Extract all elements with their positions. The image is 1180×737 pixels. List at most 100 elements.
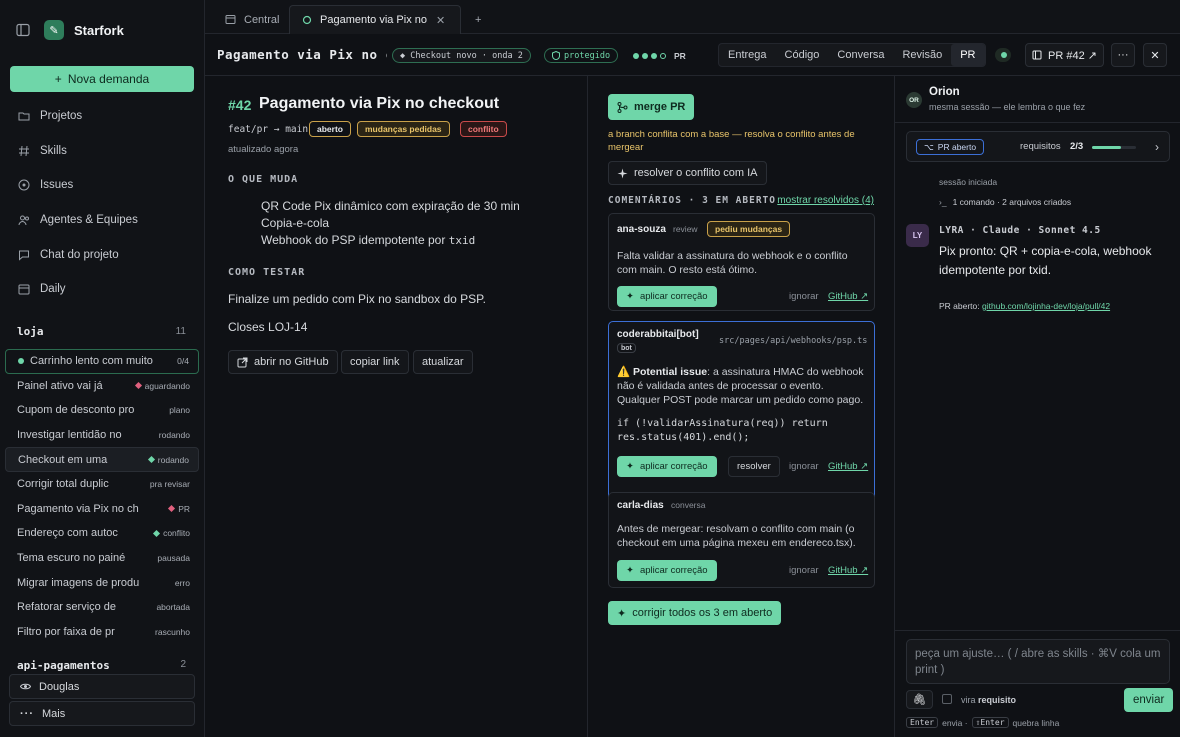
view-conversa[interactable]: Conversa xyxy=(828,44,893,66)
comments-header: COMENTÁRIOS · 3 EM ABERTO xyxy=(608,195,776,206)
task-item[interactable]: Tema escuro no painé pausada xyxy=(5,546,199,571)
show-resolved-link[interactable]: mostrar resolvidos (4) xyxy=(777,195,874,206)
task-status-text: plano xyxy=(169,405,190,416)
view-codigo[interactable]: Código xyxy=(776,44,829,66)
github-link[interactable]: GitHub ↗ xyxy=(828,461,868,472)
tab-central[interactable]: Central xyxy=(213,5,291,34)
command-summary-text: 1 comando · 2 arquivos criados xyxy=(952,197,1072,207)
prompt-input[interactable]: peça um ajuste… ( / abre as skills · ⌘V … xyxy=(906,639,1170,684)
pr-url-link[interactable]: github.com/lojinha-dev/loja/pull/42 xyxy=(982,301,1110,311)
github-link[interactable]: GitHub ↗ xyxy=(828,565,868,576)
agent-sub: mesma sessão — ele lembra o que fez xyxy=(929,102,1086,112)
refresh-button[interactable]: atualizar xyxy=(413,350,473,374)
shield-icon xyxy=(552,51,560,60)
sidebar-item-agentes[interactable]: Agentes & Equipes xyxy=(10,203,194,238)
copy-link-button[interactable]: copiar link xyxy=(341,350,409,374)
requirements-card[interactable]: ⌥ PR aberto requisitos 2/3 › xyxy=(906,131,1170,162)
view-entrega[interactable]: Entrega xyxy=(719,44,776,66)
enter-key: Enter xyxy=(906,717,939,728)
comment-card: carla-dias conversa Antes de mergear: re… xyxy=(608,492,875,588)
comment-role: conversa xyxy=(671,500,706,510)
resolve-button[interactable]: resolver xyxy=(728,456,780,477)
task-item[interactable]: Refatorar serviço de abortada xyxy=(5,595,199,620)
task-item[interactable]: Investigar lentidão no rodando xyxy=(5,423,199,448)
apply-fix-button[interactable]: ✦ aplicar correção xyxy=(617,286,717,307)
view-revisao[interactable]: Revisão xyxy=(893,44,951,66)
pr-link-button[interactable]: PR #42 ↗ xyxy=(1025,43,1104,67)
task-status: abortada xyxy=(156,602,190,612)
resolve-ai-button[interactable]: resolver o conflito com IA xyxy=(608,161,767,185)
pr-opened-line: PR aberto: github.com/lojinha-dev/loja/p… xyxy=(939,301,1110,311)
task-item[interactable]: Painel ativo vai já aguardando xyxy=(5,374,199,399)
open-github-button[interactable]: abrir no GitHub xyxy=(228,350,338,374)
view-pr[interactable]: PR xyxy=(951,44,985,66)
task-item[interactable]: Corrigir total duplic pra revisar xyxy=(5,472,199,497)
merge-icon: ⌥ xyxy=(924,141,934,152)
sidebar-item-projetos[interactable]: Projetos xyxy=(10,99,194,134)
shift-enter-key: ⇧Enter xyxy=(971,717,1009,728)
apply-fix-button[interactable]: ✦ aplicar correção xyxy=(617,560,717,581)
close-tab-icon[interactable]: ✕ xyxy=(436,14,445,27)
ignore-button[interactable]: ignorar xyxy=(789,461,819,472)
lyra-avatar: LY xyxy=(906,224,929,247)
send-button[interactable]: enviar xyxy=(1124,688,1174,712)
bullet-webhook: Webhook do PSP idempotente por txid xyxy=(261,233,475,247)
comment-text: Antes de mergear: resolvam o conflito co… xyxy=(617,523,856,549)
new-demand-button[interactable]: + Nova demanda xyxy=(10,66,194,92)
more-button[interactable]: ··· Mais xyxy=(9,701,195,726)
task-item[interactable]: Migrar imagens de produ erro xyxy=(5,570,199,595)
more-options-icon[interactable]: ··· xyxy=(1111,43,1135,67)
vira-checkbox[interactable] xyxy=(942,694,952,704)
task-status: 0/4 xyxy=(177,356,189,366)
task-item[interactable]: Cupom de desconto pro plano xyxy=(5,398,199,423)
bullet-webhook-text: Webhook do PSP idempotente por xyxy=(261,233,446,247)
task-title: Pagamento via Pix no checkout xyxy=(217,47,387,62)
github-link[interactable]: GitHub ↗ xyxy=(828,291,868,302)
sidebar-item-issues[interactable]: Issues xyxy=(10,168,194,203)
task-item[interactable]: Pagamento via Pix no ch PR xyxy=(5,497,199,522)
folder-icon xyxy=(18,112,30,121)
task-status-text: rascunho xyxy=(155,626,190,637)
fix-all-button[interactable]: ✦ corrigir todos os 3 em aberto xyxy=(608,601,782,625)
task-status: erro xyxy=(175,578,190,588)
status-dot-icon xyxy=(18,358,24,365)
sidebar-item-label: Agentes & Equipes xyxy=(40,214,138,227)
new-tab-button[interactable]: + xyxy=(463,5,493,34)
task-item[interactable]: Checkout em uma rodando xyxy=(5,447,199,472)
req-progress-track xyxy=(1092,146,1136,149)
plus-icon: + xyxy=(475,13,482,26)
task-item[interactable]: Filtro por faixa de pr rascunho xyxy=(5,620,199,645)
lyra-model: LYRA · Claude · Sonnet 4.5 xyxy=(939,225,1101,236)
task-status-text: erro xyxy=(174,577,190,588)
sidebar-item-daily[interactable]: Daily xyxy=(10,272,194,307)
tab-label: Central xyxy=(244,13,280,26)
task-label: Tema escuro no painé xyxy=(17,552,126,565)
users-icon xyxy=(18,215,29,226)
sidebar-item-skills[interactable]: Skills xyxy=(10,134,194,169)
sidebar-item-chat[interactable]: Chat do projeto xyxy=(10,237,194,272)
circle-dot-icon xyxy=(18,179,30,191)
ellipsis-icon: ··· xyxy=(20,707,34,720)
live-indicator-icon xyxy=(995,48,1011,62)
task-item[interactable]: Carrinho lento com muito 0/4 xyxy=(5,349,199,374)
task-label: Filtro por faixa de pr xyxy=(17,625,115,638)
apply-fix-button[interactable]: ✦ aplicar correção xyxy=(617,456,717,477)
resolve-ai-label: resolver o conflito com IA xyxy=(634,167,758,179)
wave-pill[interactable]: ◆ Checkout novo · onda 2 xyxy=(392,48,531,63)
hash-icon xyxy=(19,145,29,156)
open-github-label: abrir no GitHub xyxy=(254,356,329,368)
task-item[interactable]: Endereço com autoc conflito xyxy=(5,521,199,546)
comment-author: ana-souza xyxy=(617,224,666,235)
merge-pr-button[interactable]: merge PR xyxy=(608,94,695,120)
user-button[interactable]: Douglas xyxy=(9,674,195,699)
ignore-button[interactable]: ignorar xyxy=(789,565,819,576)
close-icon[interactable]: ✕ xyxy=(1143,43,1167,67)
sidebar-toggle-icon[interactable] xyxy=(12,19,34,41)
ignore-button[interactable]: ignorar xyxy=(789,291,819,302)
tab-pagamento[interactable]: Pagamento via Pix no che ✕ xyxy=(289,5,461,34)
task-status-text: conflito xyxy=(163,528,190,539)
keyboard-hints: Enter envia · ⇧Enter quebra linha xyxy=(906,717,1059,728)
task-label: Endereço com autoc xyxy=(17,527,118,540)
command-summary[interactable]: ›_ 1 comando · 2 arquivos criados xyxy=(939,197,1071,207)
attach-icon[interactable]: 🖇 xyxy=(906,690,933,709)
